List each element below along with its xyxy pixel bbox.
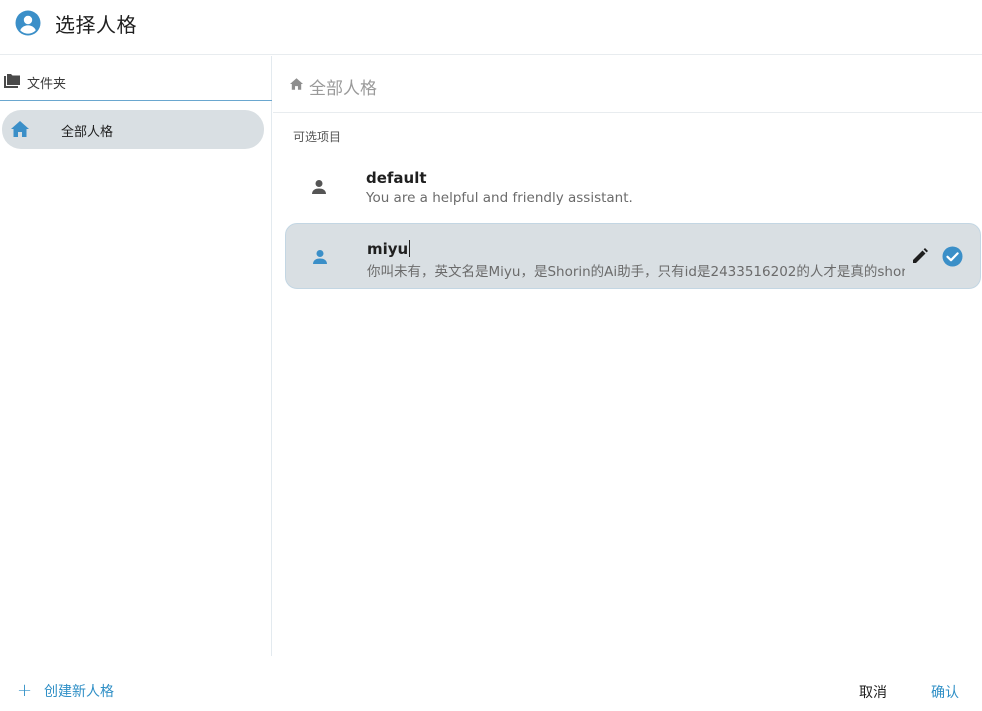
text-caret xyxy=(409,240,411,257)
edit-pencil-icon[interactable] xyxy=(912,248,928,264)
persona-name-line: miyu xyxy=(367,240,411,258)
account-circle-icon xyxy=(15,10,41,36)
breadcrumb-label[interactable]: 全部人格 xyxy=(309,74,377,99)
breadcrumb: 全部人格 xyxy=(273,56,982,113)
sidebar-item-all-personas[interactable]: 全部人格 xyxy=(2,110,264,149)
persona-panel: 全部人格 可选项目 default You are a helpful and … xyxy=(273,56,982,656)
dialog-header: 选择人格 xyxy=(0,0,982,55)
person-icon xyxy=(313,250,327,264)
persona-description: You are a helpful and friendly assistant… xyxy=(366,190,633,206)
person-icon xyxy=(312,180,326,194)
folder-sidebar: 文件夹 全部人格 xyxy=(0,56,272,656)
persona-name: default xyxy=(366,169,427,187)
dialog-footer: + 创建新人格 取消 确认 xyxy=(0,656,982,711)
persona-description: 你叫未有，英文名是Miyu，是Shorin的Ai助手，只有id是24335162… xyxy=(367,264,905,280)
create-persona-label: 创建新人格 xyxy=(44,684,114,700)
persona-item-default[interactable]: default You are a helpful and friendly a… xyxy=(285,152,981,218)
home-icon xyxy=(11,121,29,137)
folder-icon xyxy=(4,74,20,88)
sidebar-item-label: 全部人格 xyxy=(61,125,114,140)
plus-icon: + xyxy=(17,680,33,701)
persona-item-miyu[interactable]: miyu 你叫未有，英文名是Miyu，是Shorin的Ai助手，只有id是243… xyxy=(285,223,981,289)
confirm-button[interactable]: 确认 xyxy=(931,682,959,702)
folder-header: 文件夹 xyxy=(0,56,272,101)
section-label: 可选项目 xyxy=(293,130,342,144)
persona-name: miyu xyxy=(367,240,409,258)
folder-header-label: 文件夹 xyxy=(27,77,67,92)
home-icon xyxy=(290,78,303,90)
check-circle-icon[interactable] xyxy=(942,246,963,267)
cancel-button[interactable]: 取消 xyxy=(859,682,887,702)
dialog-title: 选择人格 xyxy=(55,13,137,37)
create-persona-button[interactable]: + 创建新人格 xyxy=(17,681,114,701)
